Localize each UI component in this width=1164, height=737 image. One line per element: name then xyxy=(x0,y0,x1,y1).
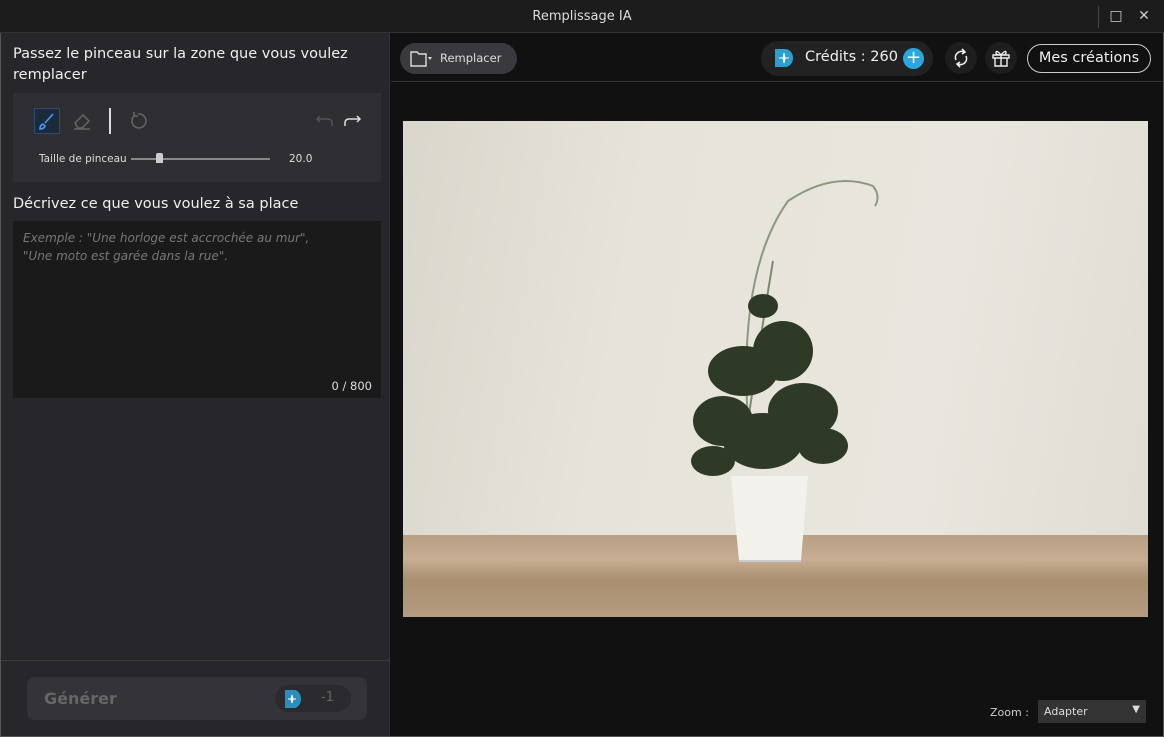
image-canvas[interactable] xyxy=(403,121,1148,617)
redo-icon xyxy=(344,115,362,126)
eraser-icon xyxy=(74,113,91,130)
gift-icon xyxy=(992,50,1010,67)
brush-tool-button[interactable] xyxy=(34,108,60,134)
gift-button[interactable] xyxy=(985,42,1017,74)
brush-size-label: Taille de pinceau xyxy=(39,153,127,165)
credits-label: Crédits : 260 xyxy=(805,49,898,65)
plant-image xyxy=(691,180,879,562)
generate-label: Générer xyxy=(44,689,117,708)
close-icon[interactable]: ✕ xyxy=(1134,6,1154,26)
replace-label: Remplacer xyxy=(440,51,502,65)
brush-icon xyxy=(39,113,54,130)
zoom-label: Zoom : xyxy=(990,706,1029,719)
credits-pill: Crédits : 260 + xyxy=(761,41,933,76)
placeholder-line: "Une moto est garée dans la rue". xyxy=(23,249,229,263)
char-count: 0 / 800 xyxy=(331,379,372,393)
reset-button[interactable] xyxy=(125,108,151,134)
describe-heading: Décrivez ce que vous voulez à sa place xyxy=(13,196,299,212)
replace-button[interactable]: Remplacer xyxy=(400,43,517,74)
divider xyxy=(109,108,111,134)
divider xyxy=(1,660,390,661)
brush-size-value: 20.0 xyxy=(289,153,313,165)
zoom-select[interactable]: Adapter ▼ xyxy=(1038,700,1146,723)
credit-icon xyxy=(775,49,793,67)
redo-button[interactable] xyxy=(339,108,365,134)
plus-icon: + xyxy=(905,47,922,68)
generate-cost: -1 xyxy=(275,685,351,712)
undo-button[interactable] xyxy=(312,108,338,134)
undo-icon xyxy=(315,115,333,126)
brush-heading: Passez le pinceau sur la zone que vous v… xyxy=(13,46,348,83)
my-creations-button[interactable]: Mes créations xyxy=(1027,44,1151,73)
add-credits-button[interactable]: + xyxy=(903,48,924,69)
eraser-tool-button[interactable] xyxy=(69,108,95,134)
placeholder-line: Exemple : "Une horloge est accrochée au … xyxy=(23,231,310,245)
reset-icon xyxy=(131,112,147,129)
credit-icon xyxy=(285,690,301,708)
brush-size-slider[interactable] xyxy=(131,158,270,160)
prompt-textarea[interactable]: Exemple : "Une horloge est accrochée au … xyxy=(13,221,381,398)
prompt-placeholder: Exemple : "Une horloge est accrochée au … xyxy=(23,229,309,265)
top-toolbar: Remplacer Crédits : 260 + Mes créations xyxy=(391,33,1163,82)
generate-cost-value: -1 xyxy=(321,690,334,705)
maximize-icon[interactable]: □ xyxy=(1106,6,1126,26)
title-bar: Remplissage IA □ ✕ xyxy=(0,0,1164,33)
refresh-button[interactable] xyxy=(945,42,977,74)
refresh-icon xyxy=(954,48,968,68)
zoom-value: Adapter xyxy=(1044,705,1088,718)
window-title: Remplissage IA xyxy=(532,9,632,24)
left-panel: Passez le pinceau sur la zone que vous v… xyxy=(1,33,390,736)
brush-toolbox: Taille de pinceau 20.0 xyxy=(13,93,381,182)
brush-size-thumb[interactable] xyxy=(156,153,163,163)
generate-button[interactable]: Générer -1 xyxy=(27,677,367,720)
folder-icon xyxy=(410,51,432,67)
chevron-down-icon: ▼ xyxy=(1132,704,1140,715)
